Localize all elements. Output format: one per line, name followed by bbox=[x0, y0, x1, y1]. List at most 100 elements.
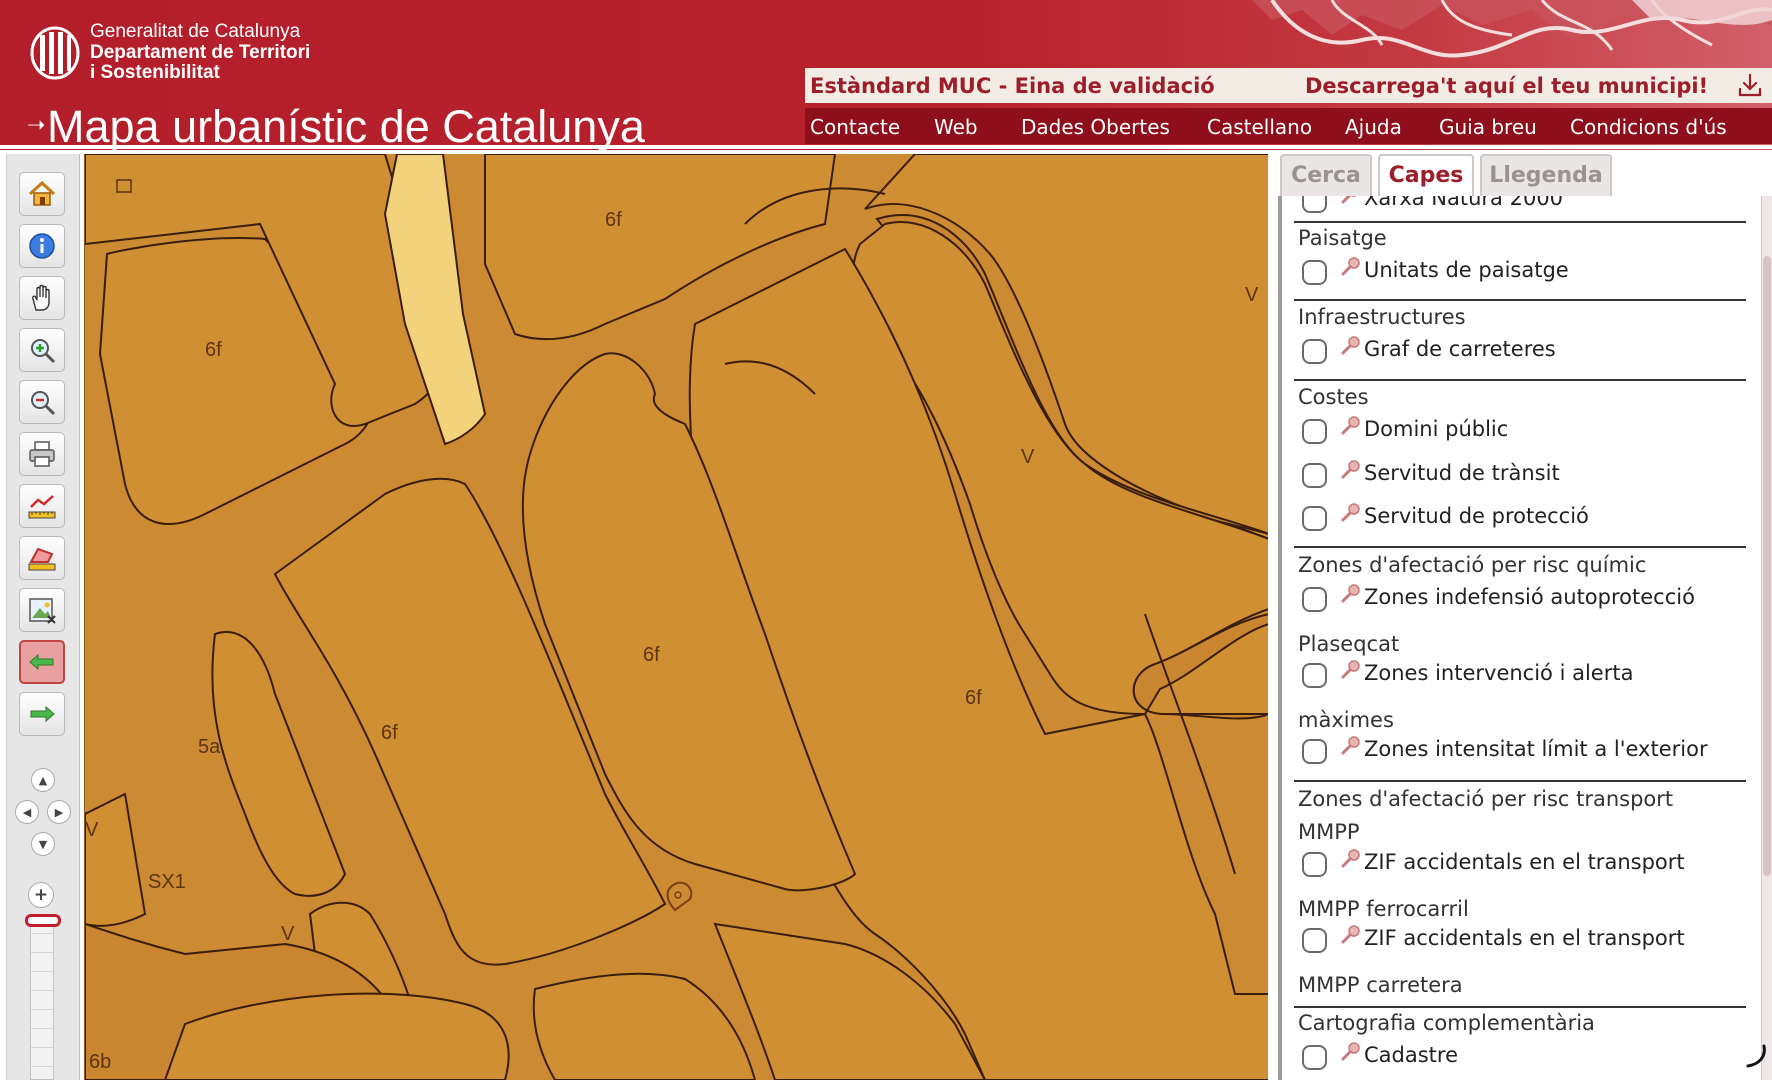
nav-condicions[interactable]: Condicions d'ús bbox=[1570, 115, 1727, 139]
zoom-slider[interactable] bbox=[30, 914, 54, 1080]
layer-checkbox[interactable] bbox=[1302, 1045, 1327, 1070]
panel-scrollbar[interactable] bbox=[1761, 196, 1772, 1080]
zoom-in-button[interactable] bbox=[19, 328, 65, 372]
measure-area-icon bbox=[28, 547, 56, 571]
chevron-right-icon: ▶ bbox=[54, 805, 64, 819]
wrench-icon[interactable] bbox=[1339, 848, 1361, 870]
wrench-icon[interactable] bbox=[1339, 1041, 1361, 1063]
layer-checkbox[interactable] bbox=[1302, 419, 1327, 444]
group-title-cartografia: Cartografia complementària bbox=[1298, 1011, 1595, 1035]
group-title-carretera: MMPP carretera bbox=[1298, 973, 1463, 997]
group-separator bbox=[1294, 1006, 1746, 1008]
layer-checkbox[interactable] bbox=[1302, 587, 1327, 612]
zone-label: 6b bbox=[89, 1051, 112, 1073]
zone-label: 6f bbox=[205, 339, 222, 361]
zoom-plus-button[interactable]: + bbox=[28, 882, 54, 908]
zone-label: 6f bbox=[605, 209, 622, 231]
layer-label: Xarxa Natura 2000 bbox=[1364, 196, 1564, 210]
layer-checkbox[interactable] bbox=[1302, 663, 1327, 688]
layer-checkbox[interactable] bbox=[1302, 339, 1327, 364]
image-export-icon bbox=[29, 598, 56, 624]
layer-label: Servitud de trànsit bbox=[1364, 461, 1560, 485]
layer-label: Unitats de paisatge bbox=[1364, 258, 1569, 282]
org-name-line-3: i Sostenibilitat bbox=[90, 62, 220, 83]
zone-label: V bbox=[281, 923, 295, 945]
wrench-icon[interactable] bbox=[1339, 735, 1361, 757]
chevron-up-icon: ▲ bbox=[38, 773, 48, 787]
zone-label: 6f bbox=[643, 644, 660, 666]
group-title-maximes: màximes bbox=[1298, 708, 1394, 732]
zone-label: V bbox=[1021, 446, 1035, 468]
muc-bar: Estàndard MUC - Eina de validació Descar… bbox=[805, 68, 1772, 103]
nav-contacte[interactable]: Contacte bbox=[810, 115, 900, 139]
group-title-mmpp: MMPP bbox=[1298, 820, 1360, 844]
pan-down-button[interactable]: ▼ bbox=[31, 832, 55, 856]
print-icon bbox=[29, 441, 55, 467]
panel-scroll-thumb[interactable] bbox=[1763, 256, 1771, 876]
zone-label: V bbox=[1245, 284, 1259, 306]
group-title-risc-transport: Zones d'afectació per risc transport bbox=[1298, 787, 1674, 811]
layer-checkbox[interactable] bbox=[1302, 928, 1327, 953]
download-icon[interactable] bbox=[1737, 72, 1763, 98]
map-canvas[interactable]: 6f 6f V V 6f 6f 6f 5a SX1 V 6b V bbox=[84, 154, 1269, 1080]
group-title-paisatge: Paisatge bbox=[1298, 226, 1387, 250]
nav-castellano[interactable]: Castellano bbox=[1207, 115, 1312, 139]
nav-dades-obertes[interactable]: Dades Obertes bbox=[1021, 115, 1170, 139]
print-button[interactable] bbox=[19, 432, 65, 476]
wrench-icon[interactable] bbox=[1339, 256, 1361, 278]
wrench-icon[interactable] bbox=[1339, 583, 1361, 605]
wrench-icon[interactable] bbox=[1339, 924, 1361, 946]
wrench-icon[interactable] bbox=[1339, 196, 1361, 206]
layer-label: Domini públic bbox=[1364, 417, 1509, 441]
layer-checkbox[interactable] bbox=[1302, 260, 1327, 285]
tab-cerca[interactable]: Cerca bbox=[1280, 154, 1372, 196]
nav-ajuda[interactable]: Ajuda bbox=[1345, 115, 1402, 139]
next-view-button[interactable] bbox=[19, 692, 65, 736]
tab-llegenda[interactable]: Llegenda bbox=[1480, 154, 1612, 196]
layer-checkbox[interactable] bbox=[1302, 196, 1327, 213]
layer-label: ZIF accidentals en el transport bbox=[1364, 850, 1685, 874]
layer-checkbox[interactable] bbox=[1302, 506, 1327, 531]
zoom-in-icon bbox=[31, 339, 56, 364]
pan-left-button[interactable]: ◀ bbox=[15, 800, 39, 824]
nav-web[interactable]: Web bbox=[934, 115, 978, 139]
org-name-line-2: Departament de Territori bbox=[90, 42, 311, 63]
layer-checkbox[interactable] bbox=[1302, 852, 1327, 877]
wrench-icon[interactable] bbox=[1339, 335, 1361, 357]
layer-list[interactable]: Xarxa Natura 2000 Paisatge Unitats de pa… bbox=[1278, 196, 1770, 1080]
download-municipality-link[interactable]: Descarrega't aquí el teu municipi! bbox=[1305, 74, 1708, 98]
wrench-icon[interactable] bbox=[1339, 659, 1361, 681]
nav-guia-breu[interactable]: Guia breu bbox=[1439, 115, 1537, 139]
map-zones bbox=[85, 154, 1269, 1080]
pan-button[interactable] bbox=[19, 276, 65, 320]
layer-label: Graf de carreteres bbox=[1364, 337, 1556, 361]
previous-view-button[interactable] bbox=[19, 640, 65, 684]
info-icon bbox=[29, 233, 55, 259]
measure-area-button[interactable] bbox=[19, 536, 65, 580]
home-button[interactable] bbox=[19, 172, 65, 216]
wrench-icon[interactable] bbox=[1339, 502, 1361, 524]
wrench-icon[interactable] bbox=[1339, 415, 1361, 437]
layer-checkbox[interactable] bbox=[1302, 739, 1327, 764]
plus-icon: + bbox=[33, 885, 49, 905]
image-export-button[interactable] bbox=[19, 588, 65, 632]
catalonia-map-decoration bbox=[1252, 0, 1772, 58]
measure-distance-icon bbox=[28, 495, 56, 519]
muc-validation-link[interactable]: Estàndard MUC - Eina de validació bbox=[810, 74, 1215, 98]
zoom-slider-handle[interactable] bbox=[25, 914, 61, 927]
header-divider bbox=[0, 145, 1772, 149]
pan-right-button[interactable]: ▶ bbox=[47, 800, 71, 824]
measure-distance-button[interactable] bbox=[19, 484, 65, 528]
info-button[interactable] bbox=[19, 224, 65, 268]
tab-capes[interactable]: Capes bbox=[1378, 154, 1474, 196]
group-separator bbox=[1294, 299, 1746, 301]
zone-label: 5a bbox=[198, 736, 221, 758]
loading-spinner-icon bbox=[1746, 1044, 1766, 1068]
pan-up-button[interactable]: ▲ bbox=[31, 768, 55, 792]
forward-arrow-icon bbox=[30, 705, 55, 723]
zoom-out-button[interactable] bbox=[19, 380, 65, 424]
wrench-icon[interactable] bbox=[1339, 459, 1361, 481]
layer-checkbox[interactable] bbox=[1302, 463, 1327, 488]
app-title[interactable]: Mapa urbanístic de Catalunya bbox=[47, 101, 645, 150]
group-separator bbox=[1294, 546, 1746, 548]
